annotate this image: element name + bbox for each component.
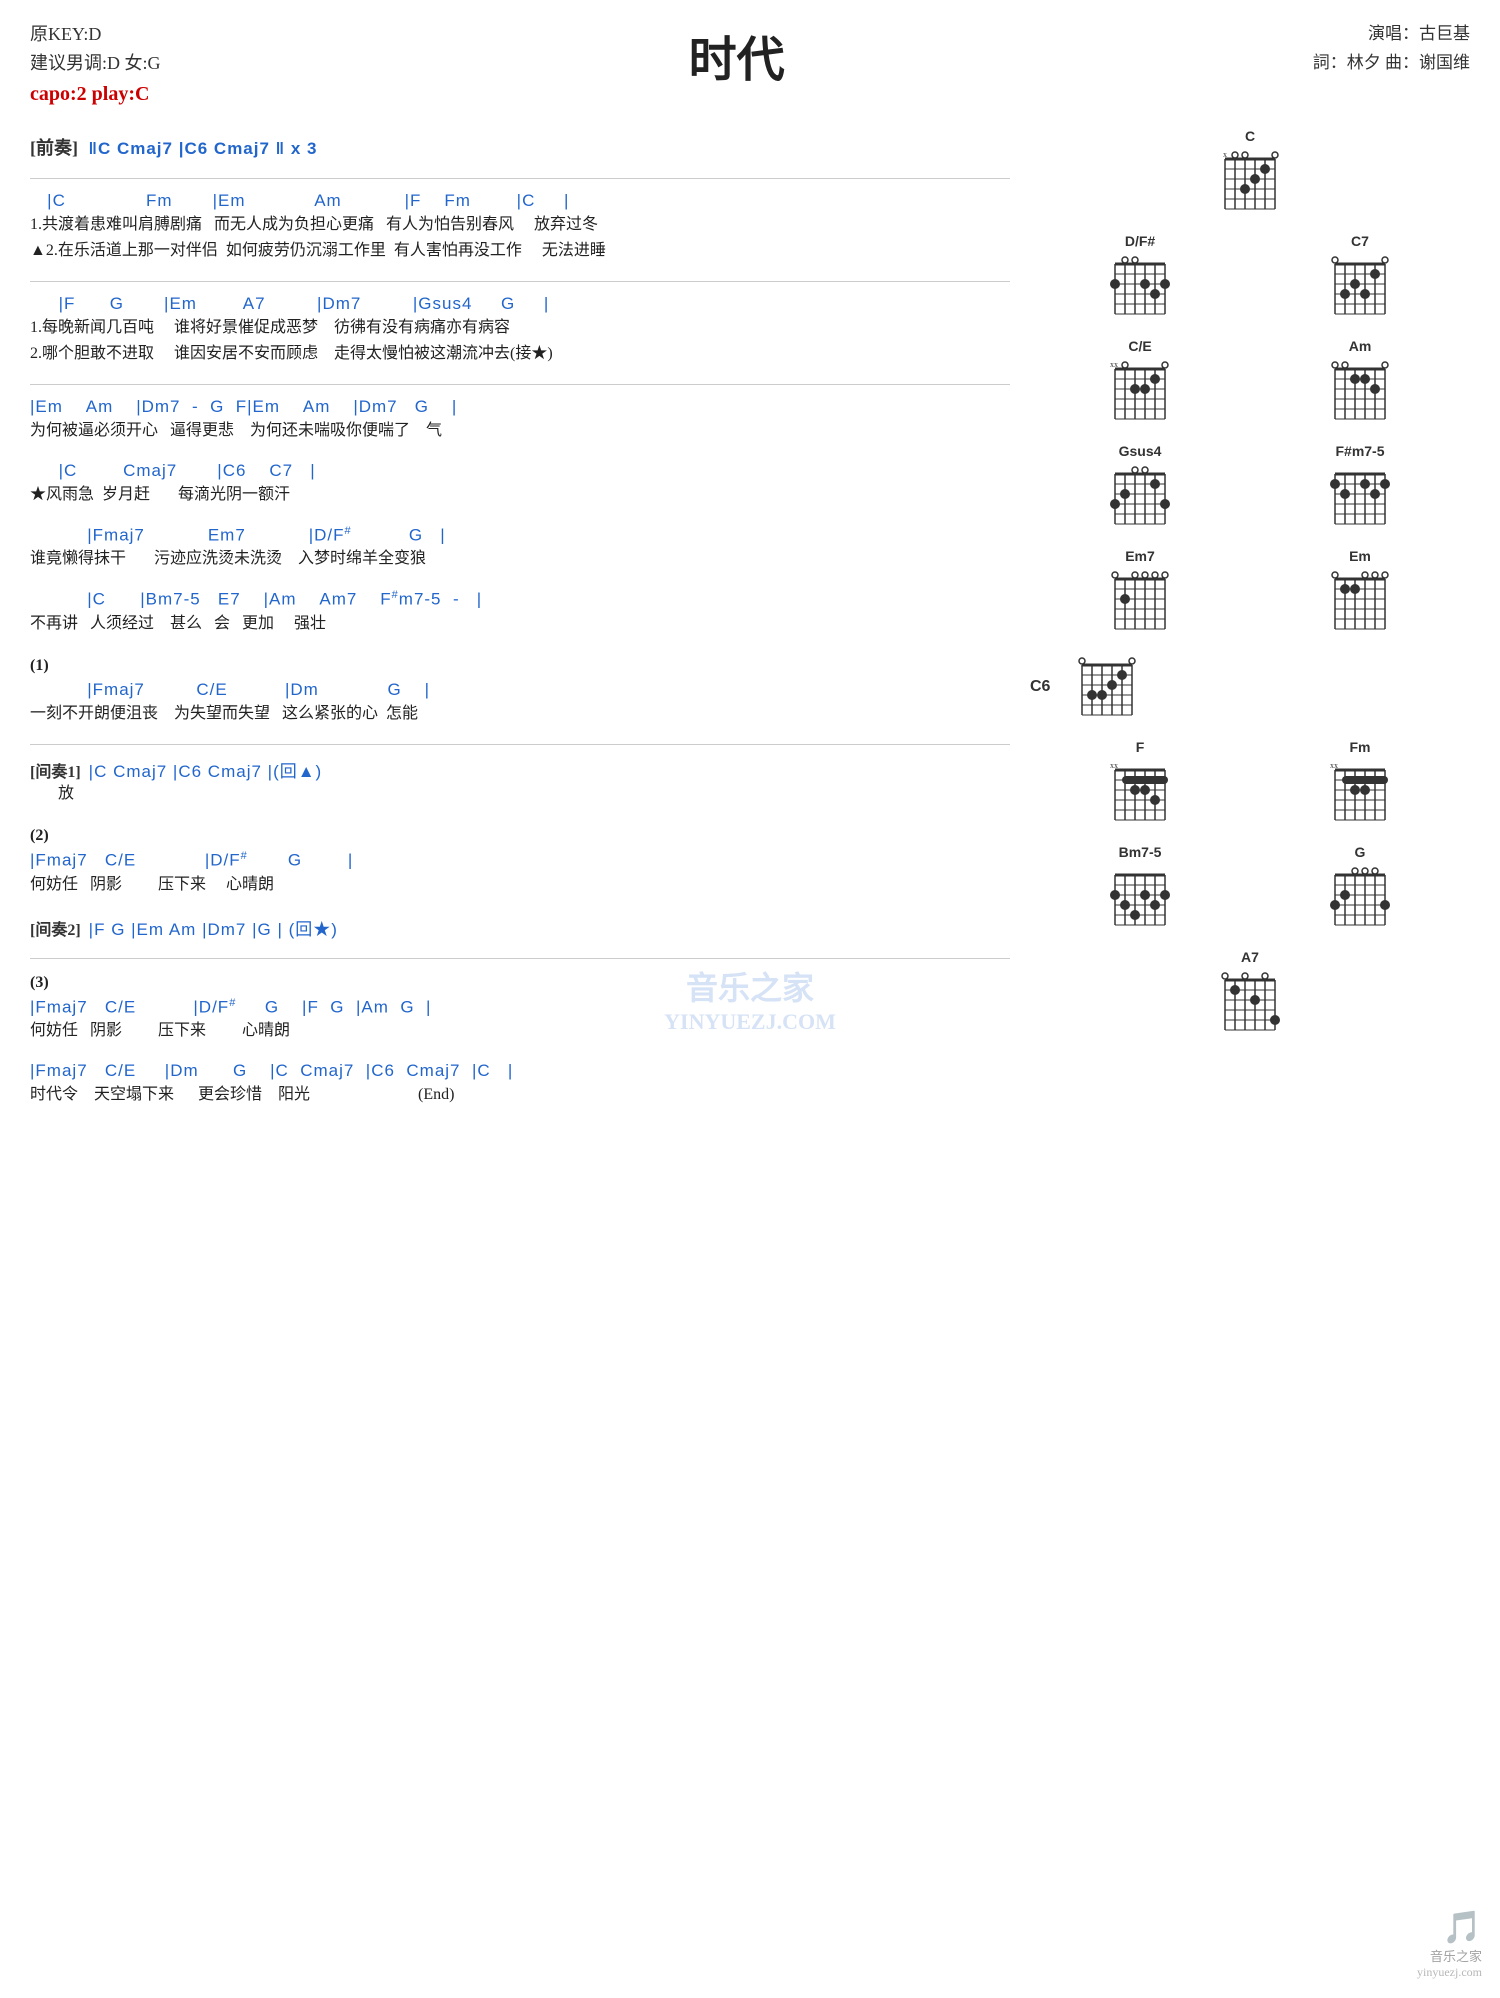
chord-df-grid (1105, 252, 1175, 324)
chord-line-3: |Em Am |Dm7 - G F|Em Am |Dm7 G | (30, 397, 1010, 417)
section-1: |C Fm |Em Am |F Fm |C | 1.共渡着患难叫肩膊剧痛 而无人… (30, 191, 1010, 263)
chord-line-1: |C Fm |Em Am |F Fm |C | (30, 191, 1010, 211)
logo-url: yinyuezj.com (1417, 1965, 1482, 1980)
interlude-1: [间奏1] |C Cmaj7 |C6 Cmaj7 |(回▲) 放 (30, 757, 1010, 806)
chord-am: Am (1325, 338, 1395, 429)
lyric-2b-1: 何妨任 阴影 压下来 心晴朗 (30, 873, 1010, 897)
section-2: |F G |Em A7 |Dm7 |Gsus4 G | 1.每晚新闻几百吨 谁将… (30, 294, 1010, 366)
section-6: |C |Bm7-5 E7 |Am Am7 F#m7-5 - | 不再讲 人须经过… (30, 589, 1010, 636)
header: 原KEY:D 建议男调:D 女:G capo:2 play:C 时代 演唱：古巨… (30, 20, 1470, 118)
chord-df-sharp: D/F# (1105, 233, 1175, 324)
lyric-1-2: ▲2.在乐活道上那一对伴侣 如何疲劳仍沉溺工作里 有人害怕再没工作 无法进睡 (30, 239, 1010, 263)
lyric-1-1: 1.共渡着患难叫肩膊剧痛 而无人成为负担心更痛 有人为怕告别春风 放弃过冬 (30, 213, 1010, 237)
chord-g: G (1325, 844, 1395, 935)
interlude-1-header: [间奏1] |C Cmaj7 |C6 Cmaj7 |(回▲) (30, 757, 1010, 782)
label-2: (2) (30, 824, 1010, 848)
chord-em7: Em7 (1105, 548, 1175, 639)
chord-a7: A7 (1215, 949, 1285, 1040)
section-3: |Em Am |Dm7 - G F|Em Am |Dm7 G | 为何被逼必须开… (30, 397, 1010, 443)
chord-c-grid: x (1215, 147, 1285, 219)
chord-bm7-5-grid (1105, 863, 1175, 935)
chord-c6 (1072, 653, 1142, 725)
site-logo: 🎵 音乐之家 yinyuezj.com (1417, 1908, 1482, 1980)
section-2b: (2) |Fmaj7 C/E |D/F# G | 何妨任 阴影 压下来 心晴朗 (30, 824, 1010, 897)
chord-fm: Fm xx (1325, 739, 1395, 830)
chord-em7-grid (1105, 567, 1175, 639)
chord-f-grid: xx (1105, 758, 1175, 830)
lyric-7-1: 一刻不开朗便沮丧 为失望而失望 这么紧张的心 怎能 (30, 702, 1010, 726)
song-content: [前奏] ‖C Cmaj7 |C6 Cmaj7 ‖ x 3 |C Fm |Em … (30, 128, 1010, 1126)
logo-icon: 🎵 (1442, 1908, 1482, 1946)
lyric-interlude-1: 放 (30, 782, 1010, 806)
chord-em-grid (1325, 567, 1395, 639)
prelude-header: [前奏] ‖C Cmaj7 |C6 Cmaj7 ‖ x 3 (30, 134, 1010, 160)
chord-g-grid (1325, 863, 1395, 935)
singer: 演唱：古巨基 (1313, 20, 1470, 49)
lyric-final-1: 时代令 天空塌下来 更会珍惜 阳光 (End) (30, 1083, 1010, 1107)
suggested-key: 建议男调:D 女:G (30, 49, 161, 78)
svg-text:x: x (1223, 150, 1227, 159)
lyric-3b-1: 何妨任 阴影 压下来 心晴朗 (30, 1019, 1010, 1043)
singer-info: 演唱：古巨基 詞：林夕 曲：谢国维 (1313, 20, 1470, 78)
section-final: |Fmaj7 C/E |Dm G |C Cmaj7 |C6 Cmaj7 |C |… (30, 1061, 1010, 1107)
lyric-2-2: 2.哪个胆敢不进取 谁因安居不安而顾虑 走得太慢怕被这潮流冲去(接★) (30, 342, 1010, 366)
chord-line-5: |Fmaj7 Em7 |D/F# G | (30, 525, 1010, 546)
chord-line-4: |C Cmaj7 |C6 C7 | (30, 461, 1010, 481)
lyric-3-1: 为何被逼必须开心 逼得更悲 为何还未喘吸你便喘了 气 (30, 419, 1010, 443)
prelude-section: [前奏] ‖C Cmaj7 |C6 Cmaj7 ‖ x 3 (30, 134, 1010, 160)
composer: 詞：林夕 曲：谢国维 (1313, 49, 1470, 78)
chord-gsus4-grid (1105, 462, 1175, 534)
chord-fsharp-m7-5: F#m7-5 (1325, 443, 1395, 534)
chord-c6-grid (1072, 653, 1142, 725)
chord-diagrams-panel: C (1030, 128, 1470, 1126)
label-3: (3) (30, 971, 1010, 995)
chord-line-final: |Fmaj7 C/E |Dm G |C Cmaj7 |C6 Cmaj7 |C | (30, 1061, 1010, 1081)
logo-site-text: 音乐之家 (1430, 1946, 1482, 1965)
chord-a7-grid (1215, 968, 1285, 1040)
chord-line-2b: |Fmaj7 C/E |D/F# G | (30, 850, 1010, 871)
interlude-2: [间奏2] |F G |Em Am |Dm7 |G | (回★) (30, 915, 1010, 940)
chord-fsharp-grid (1325, 462, 1395, 534)
chord-c-over-e: C/E xx (1105, 338, 1175, 429)
lyric-4-1: ★风雨急 岁月赶 每滴光阴一额汗 (30, 483, 1010, 507)
section-7: (1) |Fmaj7 C/E |Dm G | 一刻不开朗便沮丧 为失望而失望 这… (30, 654, 1010, 726)
lyric-5-1: 谁竟懒得抹干 污迹应洗烫未洗烫 入梦时绵羊全变狼 (30, 547, 1010, 571)
c6-label: C6 (1030, 678, 1060, 696)
page: 音乐之家 YINYUEZJ.COM 原KEY:D 建议男调:D 女:G capo… (0, 0, 1500, 1998)
chord-em: Em (1325, 548, 1395, 639)
original-key: 原KEY:D (30, 20, 161, 49)
chord-am-grid (1325, 357, 1395, 429)
chord-f: F xx (1105, 739, 1175, 830)
chord-ce-grid: xx (1105, 357, 1175, 429)
chord-gsus4: Gsus4 (1105, 443, 1175, 534)
capo-info: capo:2 play:C (30, 78, 161, 110)
chord-line-3b: |Fmaj7 C/E |D/F# G |F G |Am G | (30, 997, 1010, 1018)
lyric-6-1: 不再讲 人须经过 甚么 会 更加 强壮 (30, 612, 1010, 636)
song-title: 时代 (161, 20, 1313, 90)
section-3b: (3) |Fmaj7 C/E |D/F# G |F G |Am G | 何妨任 … (30, 971, 1010, 1044)
lyric-2-1: 1.每晚新闻几百吨 谁将好景催促成恶梦 彷彿有没有病痛亦有病容 (30, 316, 1010, 340)
chord-c7-grid (1325, 252, 1395, 324)
key-info: 原KEY:D 建议男调:D 女:G capo:2 play:C (30, 20, 161, 118)
chord-c: C (1215, 128, 1285, 219)
chord-line-2: |F G |Em A7 |Dm7 |Gsus4 G | (30, 294, 1010, 314)
chord-bm7-5: Bm7-5 (1105, 844, 1175, 935)
chord-c7: C7 (1325, 233, 1395, 324)
chord-fm-grid: xx (1325, 758, 1395, 830)
section-4: |C Cmaj7 |C6 C7 | ★风雨急 岁月赶 每滴光阴一额汗 (30, 461, 1010, 507)
chord-line-7: |Fmaj7 C/E |Dm G | (30, 680, 1010, 700)
label-1: (1) (30, 654, 1010, 678)
section-5: |Fmaj7 Em7 |D/F# G | 谁竟懒得抹干 污迹应洗烫未洗烫 入梦时… (30, 525, 1010, 572)
chord-line-6: |C |Bm7-5 E7 |Am Am7 F#m7-5 - | (30, 589, 1010, 610)
